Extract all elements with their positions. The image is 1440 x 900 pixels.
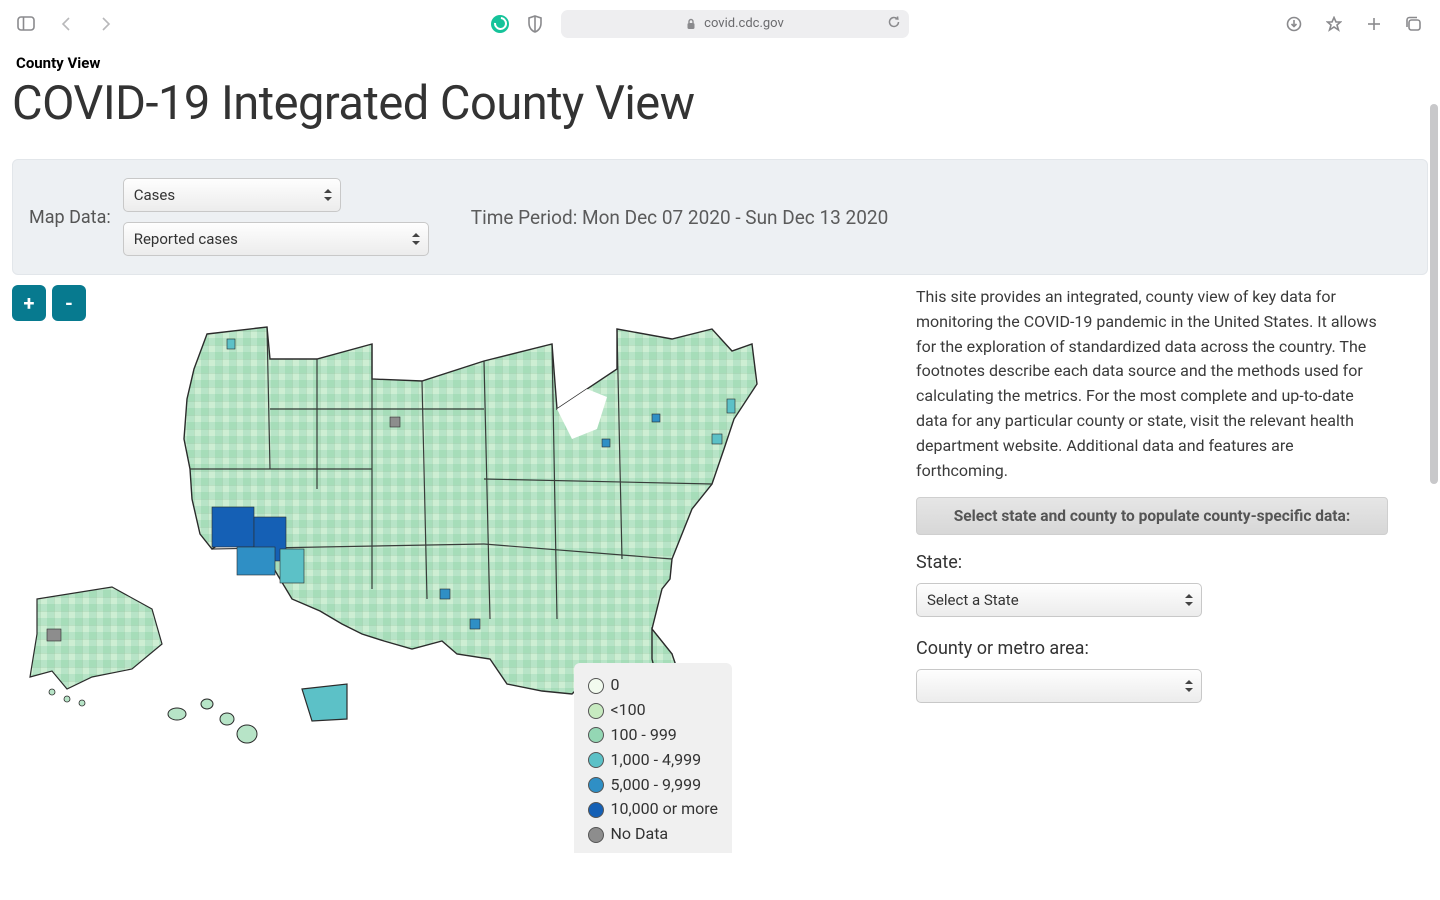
state-select[interactable]: Select a State <box>916 583 1202 617</box>
chevron-updown-icon <box>1185 680 1193 692</box>
page-content: County View COVID-19 Integrated County V… <box>0 48 1440 900</box>
metric-select[interactable]: Cases <box>123 178 341 212</box>
address-bar[interactable]: covid.cdc.gov <box>561 10 908 38</box>
chevron-updown-icon <box>412 233 420 245</box>
select-prompt: Select state and county to populate coun… <box>916 497 1388 535</box>
forward-button[interactable] <box>92 10 120 38</box>
us-county-map[interactable] <box>12 289 892 849</box>
submetric-select[interactable]: Reported cases <box>123 222 429 256</box>
zoom-out-button[interactable]: - <box>52 285 86 321</box>
scrollbar[interactable] <box>1430 104 1438 484</box>
county-select[interactable] <box>916 669 1202 703</box>
map-legend: 0 <100 100 - 999 1,000 - 4,999 5,000 - 9… <box>574 663 732 853</box>
side-panel: This site provides an integrated, county… <box>916 285 1428 721</box>
tabs-icon[interactable] <box>1400 10 1428 38</box>
state-label: State: <box>916 549 1388 577</box>
back-button[interactable] <box>52 10 80 38</box>
time-period: Time Period: Mon Dec 07 2020 - Sun Dec 1… <box>471 206 889 229</box>
new-tab-icon[interactable] <box>1360 10 1388 38</box>
grammarly-icon[interactable] <box>491 15 509 33</box>
privacy-shield-icon[interactable] <box>521 10 549 38</box>
chevron-updown-icon <box>1185 594 1193 606</box>
controls-panel: Map Data: Cases Reported cases Time Peri… <box>12 159 1428 275</box>
page-title: COVID-19 Integrated County View <box>12 72 1428 159</box>
map-data-label: Map Data: <box>29 207 111 228</box>
downloads-icon[interactable] <box>1280 10 1308 38</box>
url-text: covid.cdc.gov <box>704 16 784 31</box>
site-description: This site provides an integrated, county… <box>916 285 1388 483</box>
browser-toolbar: covid.cdc.gov <box>0 0 1440 48</box>
sidebar-toggle-icon[interactable] <box>12 10 40 38</box>
reload-icon[interactable] <box>887 15 901 33</box>
county-label: County or metro area: <box>916 635 1388 663</box>
zoom-in-button[interactable]: + <box>12 285 46 321</box>
chevron-updown-icon <box>324 189 332 201</box>
lock-icon <box>686 18 696 30</box>
map-container: + - <box>12 285 892 849</box>
breadcrumb[interactable]: County View <box>12 48 1428 72</box>
bookmark-icon[interactable] <box>1320 10 1348 38</box>
